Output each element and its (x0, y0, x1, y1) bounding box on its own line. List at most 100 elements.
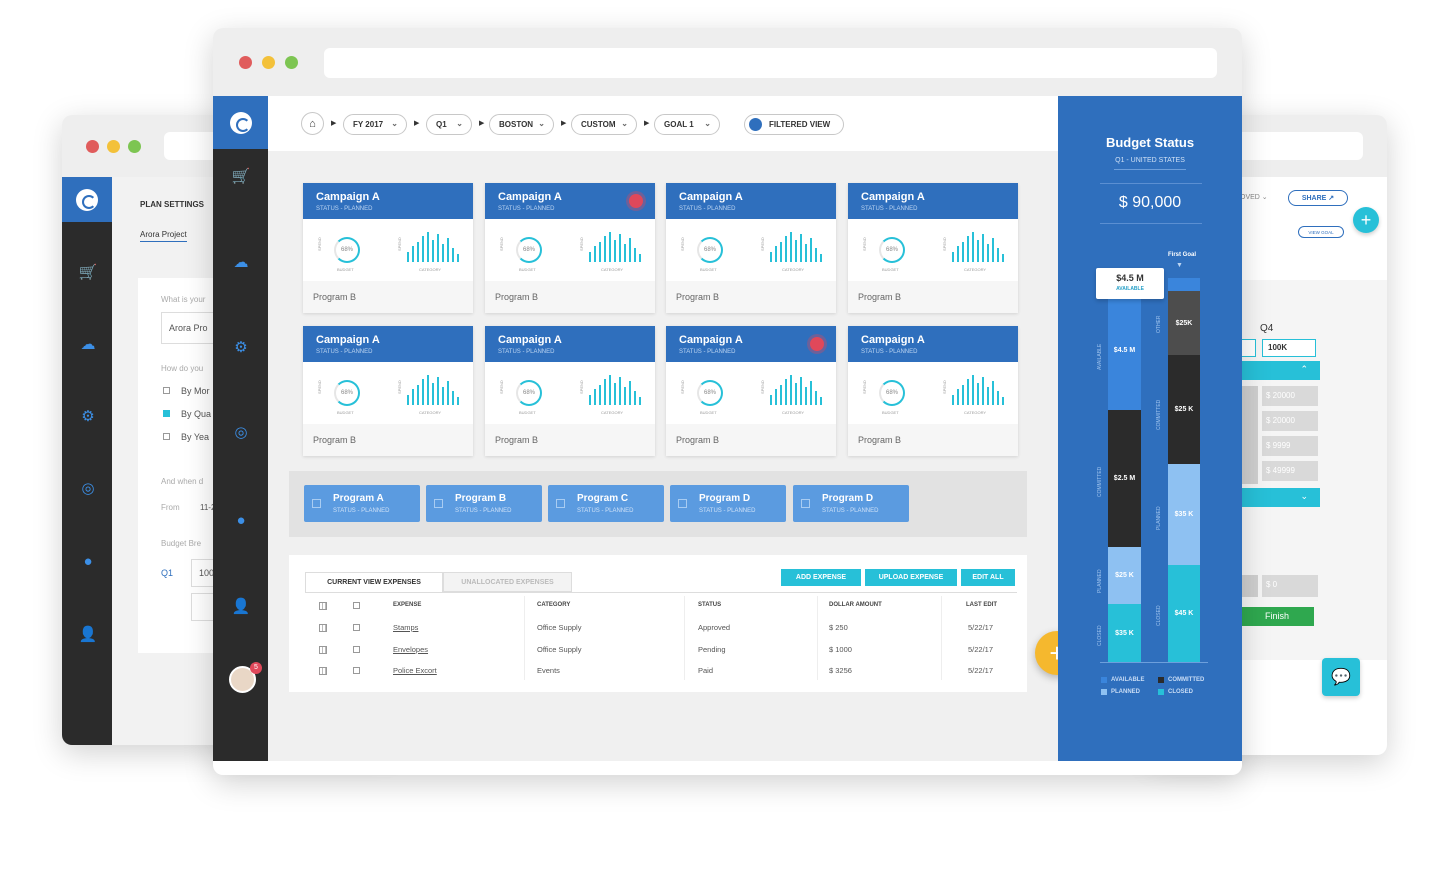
project-tab[interactable]: Arora Project (140, 230, 187, 242)
col-last-edit[interactable]: LAST EDIT (966, 602, 997, 608)
q3-input-partial[interactable] (1240, 339, 1256, 357)
url-bar[interactable] (324, 48, 1217, 78)
crumb-fiscal-year[interactable]: FY 2017 ⌄ (343, 114, 407, 135)
campaign-card[interactable]: Campaign A STATUS - PLANNED SPEND 68% BU… (848, 183, 1018, 313)
expand-row-2[interactable]: ⌄ (1240, 488, 1320, 507)
row-checkbox[interactable] (353, 645, 360, 653)
expense-name[interactable]: Envelopes (393, 645, 428, 654)
row-input-3[interactable]: $ 9999 (1262, 436, 1318, 456)
program-chip[interactable]: Program D STATUS - PLANNED (793, 485, 909, 522)
minimize-dot[interactable] (107, 140, 120, 153)
alert-indicator[interactable] (629, 194, 643, 208)
drag-handle-icon[interactable] (319, 645, 327, 654)
maximize-dot[interactable] (128, 140, 141, 153)
expense-name[interactable]: Stamps (393, 623, 418, 632)
drag-handle-icon[interactable] (319, 624, 327, 632)
campaign-card[interactable]: Campaign A STATUS - PLANNED SPEND 68% BU… (485, 183, 655, 313)
user-icon[interactable]: 👤 (78, 625, 98, 643)
crumb-location[interactable]: BOSTON ⌄ (489, 114, 554, 135)
campaign-card[interactable]: Campaign A STATUS - PLANNED SPEND 68% BU… (303, 183, 473, 313)
category-bar (447, 238, 449, 262)
program-chip[interactable]: Program D STATUS - PLANNED (670, 485, 786, 522)
share-button[interactable]: SHARE ↗ (1288, 190, 1348, 206)
checkbox-year[interactable] (163, 433, 170, 440)
col-status[interactable]: STATUS (698, 602, 721, 608)
program-chip[interactable]: Program C STATUS - PLANNED (548, 485, 664, 522)
drag-handle-icon[interactable] (319, 667, 327, 675)
row-checkbox[interactable] (353, 624, 360, 631)
checkbox-month[interactable] (163, 387, 170, 394)
campaign-card[interactable]: Campaign A STATUS - PLANNED SPEND 68% BU… (666, 183, 836, 313)
drag-handle-icon[interactable] (319, 602, 327, 610)
col-amount[interactable]: DOLLAR AMOUNT (829, 602, 882, 608)
row-checkbox[interactable] (353, 667, 360, 674)
logo[interactable] (62, 177, 112, 222)
crumb-quarter[interactable]: Q1 ⌄ (426, 114, 472, 135)
expense-name[interactable]: Police Excort (393, 666, 437, 675)
category-bar (992, 381, 994, 405)
finish-button[interactable]: Finish (1240, 607, 1314, 626)
maximize-dot[interactable] (285, 56, 298, 69)
add-button-right[interactable]: + (1353, 207, 1379, 233)
chat-button[interactable]: 💬 (1322, 658, 1360, 696)
select-all-checkbox[interactable] (353, 602, 360, 609)
approved-partial[interactable]: OVED ⌄ (1240, 193, 1268, 201)
col2-closed[interactable]: $45 K (1168, 565, 1200, 662)
col1-planned[interactable]: $25 K (1108, 547, 1141, 604)
approved-text: OVED (1240, 194, 1260, 201)
campaign-card[interactable]: Campaign A STATUS - PLANNED SPEND 68% BU… (485, 326, 655, 456)
campaign-card[interactable]: Campaign A STATUS - PLANNED SPEND 68% BU… (666, 326, 836, 456)
category-bar (785, 379, 787, 405)
cloud-upload-icon[interactable]: ☁ (231, 253, 251, 271)
q4-input[interactable]: 100K (1262, 339, 1316, 357)
upload-expense-button[interactable]: UPLOAD EXPENSE (865, 569, 957, 586)
col-expense[interactable]: EXPENSE (393, 602, 421, 608)
crumb-goal[interactable]: GOAL 1 ⌄ (654, 114, 720, 135)
home-button[interactable]: ⌂ (301, 112, 324, 135)
crumb-custom[interactable]: CUSTOM ⌄ (571, 114, 637, 135)
add-expense-button[interactable]: ADD EXPENSE (781, 569, 861, 586)
zero-input[interactable]: $ 0 (1262, 575, 1318, 597)
tab-unallocated-expenses[interactable]: UNALLOCATED EXPENSES (443, 572, 572, 592)
budget-ring: 68% (334, 380, 360, 406)
gear-icon[interactable]: ⚙ (78, 407, 98, 425)
category-bar (952, 395, 954, 405)
col1-committed[interactable]: $2.5 M (1108, 410, 1141, 547)
gear-icon[interactable]: ⚙ (231, 338, 251, 356)
section-title: PLAN SETTINGS (140, 200, 205, 209)
main-logo[interactable] (213, 96, 268, 149)
cloud-upload-icon[interactable]: ☁ (78, 335, 98, 353)
target-icon[interactable]: ◎ (231, 423, 251, 441)
col2-committed[interactable]: $25 K (1168, 355, 1200, 464)
campaign-card[interactable]: Campaign A STATUS - PLANNED SPEND 68% BU… (303, 326, 473, 456)
row-input-2[interactable]: $ 20000 (1262, 411, 1318, 431)
checkbox-quarter[interactable] (163, 410, 170, 417)
help-icon[interactable]: ● (78, 553, 98, 570)
row-input-1[interactable]: $ 20000 (1262, 386, 1318, 406)
program-chip[interactable]: Program B STATUS - PLANNED (426, 485, 542, 522)
tab-current-expenses[interactable]: CURRENT VIEW EXPENSES (305, 572, 443, 592)
expand-row-1[interactable]: ⌃ (1240, 361, 1320, 380)
close-dot[interactable] (239, 56, 252, 69)
cart-icon[interactable]: 🛒 (231, 167, 251, 185)
row-input-4[interactable]: $ 49999 (1262, 461, 1318, 481)
program-chip[interactable]: Program A STATUS - PLANNED (304, 485, 420, 522)
user-icon[interactable]: 👤 (231, 597, 251, 615)
cart-icon[interactable]: 🛒 (78, 263, 98, 281)
view-goal-button[interactable]: VIEW GOAL (1298, 226, 1344, 238)
col1-closed[interactable]: $35 K (1108, 604, 1141, 662)
alert-indicator[interactable] (810, 337, 824, 351)
col1-available[interactable]: $4.5 M (1108, 290, 1141, 410)
filtered-view-toggle[interactable]: FILTERED VIEW (744, 114, 844, 135)
tooltip-value: $4.5 M (1116, 273, 1144, 283)
close-dot[interactable] (86, 140, 99, 153)
campaign-card[interactable]: Campaign A STATUS - PLANNED SPEND 68% BU… (848, 326, 1018, 456)
help-icon[interactable]: ● (231, 512, 251, 529)
col2-other[interactable]: $25K (1168, 291, 1200, 355)
col2-planned[interactable]: $35 K (1168, 464, 1200, 565)
edit-all-button[interactable]: EDIT ALL (961, 569, 1015, 586)
target-icon[interactable]: ◎ (78, 479, 98, 497)
minimize-dot[interactable] (262, 56, 275, 69)
category-bar (1002, 254, 1004, 262)
col-category[interactable]: CATEGORY (537, 602, 570, 608)
